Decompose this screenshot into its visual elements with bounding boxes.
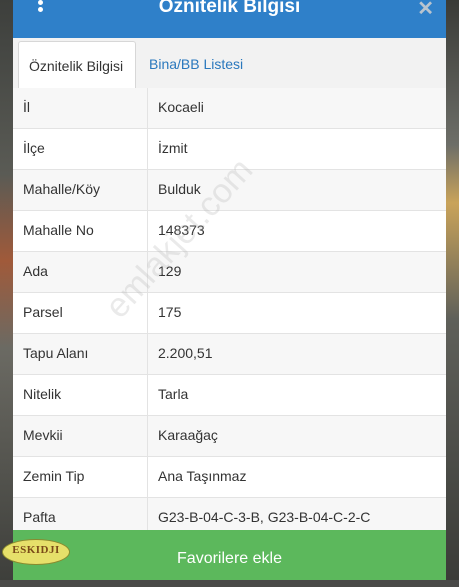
table-row: Mahalle/Köy Bulduk bbox=[13, 170, 446, 211]
row-value: İzmit bbox=[158, 140, 188, 156]
row-key: Tapu Alanı bbox=[13, 334, 148, 374]
row-value: Karaağaç bbox=[158, 427, 218, 443]
row-value: Kocaeli bbox=[158, 99, 204, 115]
row-value: 2.200,51 bbox=[158, 345, 213, 361]
table-row: İlçe İzmit bbox=[13, 129, 446, 170]
tab-attribute-info[interactable]: Öznitelik Bilgisi bbox=[18, 41, 136, 89]
eskidji-logo: ESKIDJI bbox=[2, 539, 70, 565]
row-key: Mahalle/Köy bbox=[13, 170, 148, 210]
background-right bbox=[446, 0, 459, 580]
row-key: Mevkii bbox=[13, 416, 148, 456]
table-row: Mevkii Karaağaç bbox=[13, 416, 446, 457]
row-key: Mahalle No bbox=[13, 211, 148, 251]
row-key: İl bbox=[13, 88, 148, 128]
table-row: Ada 129 bbox=[13, 252, 446, 293]
logo-text: ESKIDJI bbox=[12, 544, 60, 556]
row-value: Bulduk bbox=[158, 181, 201, 197]
attribute-table: İl Kocaeli İlçe İzmit Mahalle/Köy Bulduk Ma… bbox=[13, 88, 446, 539]
tab-bar: Öznitelik Bilgisi Bina/BB Listesi bbox=[13, 38, 446, 89]
table-row: Zemin Tip Ana Taşınmaz bbox=[13, 457, 446, 498]
row-key: Ada bbox=[13, 252, 148, 292]
add-to-favorites-button[interactable]: Favorilere ekle bbox=[13, 530, 446, 580]
background-left bbox=[0, 0, 13, 580]
modal-footer: Favorilere ekle bbox=[13, 530, 446, 580]
modal-title: Öznitelik Bilgisi bbox=[158, 0, 301, 17]
row-key: Parsel bbox=[13, 293, 148, 333]
row-value: 129 bbox=[158, 263, 182, 279]
row-key: Zemin Tip bbox=[13, 457, 148, 497]
row-value: Tarla bbox=[158, 386, 189, 402]
modal-header: Öznitelik Bilgisi ✕ bbox=[13, 0, 446, 38]
table-row: Parsel 175 bbox=[13, 293, 446, 334]
row-value: 148373 bbox=[158, 222, 205, 238]
tab-building-list[interactable]: Bina/BB Listesi bbox=[139, 40, 253, 88]
row-value: Ana Taşınmaz bbox=[158, 468, 247, 484]
table-row: Mahalle No 148373 bbox=[13, 211, 446, 252]
table-row: Tapu Alanı 2.200,51 bbox=[13, 334, 446, 375]
row-key: İlçe bbox=[13, 129, 148, 169]
table-row: İl Kocaeli bbox=[13, 88, 446, 129]
close-icon[interactable]: ✕ bbox=[417, 0, 434, 21]
attribute-info-modal: Öznitelik Bilgisi ✕ Öznitelik Bilgisi Bi… bbox=[13, 0, 446, 580]
table-row: Nitelik Tarla bbox=[13, 375, 446, 416]
row-value: 175 bbox=[158, 304, 182, 320]
row-key: Nitelik bbox=[13, 375, 148, 415]
